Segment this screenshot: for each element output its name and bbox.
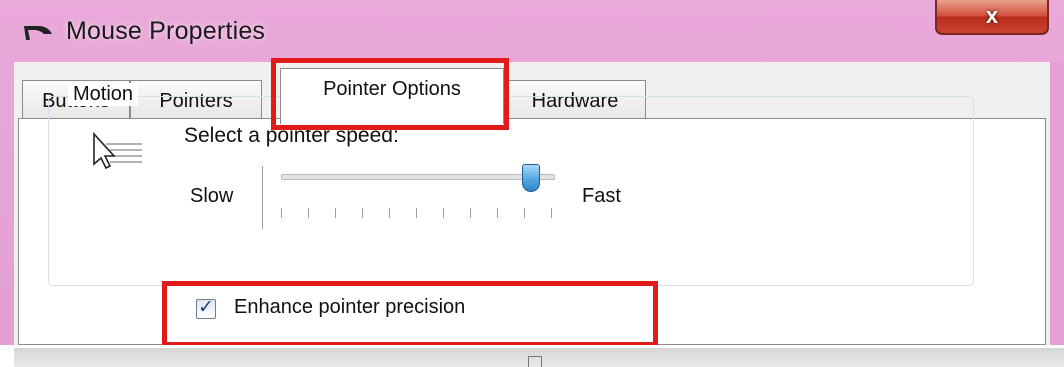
slider-fill	[282, 175, 533, 179]
mouse-icon	[24, 26, 52, 40]
pointer-speed-label: Select a pointer speed:	[184, 124, 399, 147]
fast-label: Fast	[582, 185, 621, 207]
slider-ticks	[281, 208, 553, 218]
check-mark-icon: ✓	[198, 297, 214, 318]
window-border-right	[1050, 62, 1064, 345]
close-button[interactable]: x	[935, 0, 1049, 35]
slider-thumb[interactable]	[522, 164, 541, 192]
pointer-speed-slider[interactable]	[262, 164, 574, 229]
enhance-precision-label[interactable]: Enhance pointer precision	[234, 296, 465, 319]
window-title: Mouse Properties	[66, 17, 266, 45]
close-icon: x	[985, 3, 999, 28]
title-bar[interactable]: Mouse Properties x	[0, 0, 1064, 62]
pointer-speed-icon	[93, 131, 142, 170]
motion-group-label: Motion	[68, 83, 139, 106]
bottom-edge-mark	[528, 356, 542, 367]
tab-pointer-options[interactable]: Pointer Options	[280, 68, 504, 124]
enhance-precision-checkbox[interactable]: ✓	[196, 297, 216, 319]
slider-track[interactable]	[281, 174, 555, 180]
mouse-properties-window: Mouse Properties x Buttons Pointers Poin…	[0, 0, 1064, 345]
slow-label: Slow	[190, 185, 234, 207]
